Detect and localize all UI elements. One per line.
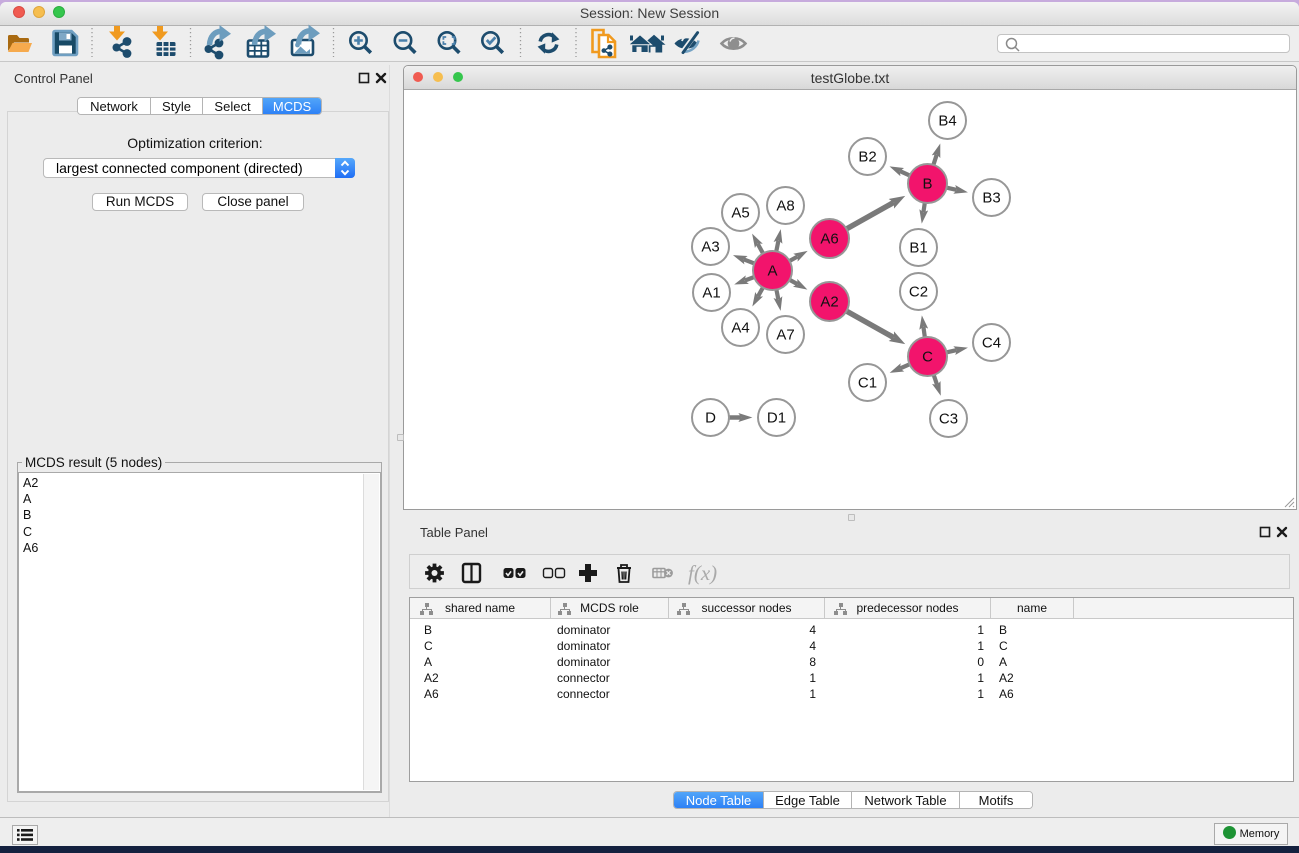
svg-text:A1: A1 bbox=[702, 285, 720, 302]
svg-text:A5: A5 bbox=[731, 205, 749, 222]
svg-text:D: D bbox=[705, 410, 716, 427]
svg-text:A: A bbox=[767, 263, 777, 280]
svg-text:B1: B1 bbox=[909, 240, 927, 257]
svg-text:A2: A2 bbox=[820, 294, 838, 311]
svg-text:B4: B4 bbox=[938, 113, 956, 130]
svg-text:C: C bbox=[922, 349, 933, 366]
svg-text:C1: C1 bbox=[858, 375, 877, 392]
svg-text:A8: A8 bbox=[776, 198, 794, 215]
svg-text:B: B bbox=[922, 176, 932, 193]
svg-text:f(x): f(x) bbox=[688, 561, 717, 585]
svg-text:C2: C2 bbox=[909, 284, 928, 301]
svg-text:A7: A7 bbox=[776, 327, 794, 344]
svg-text:A3: A3 bbox=[701, 239, 719, 256]
svg-text:B2: B2 bbox=[858, 149, 876, 166]
svg-text:A6: A6 bbox=[820, 231, 838, 248]
svg-text:C3: C3 bbox=[939, 411, 958, 428]
svg-text:D1: D1 bbox=[767, 410, 786, 427]
svg-text:A4: A4 bbox=[731, 320, 749, 337]
svg-text:B3: B3 bbox=[982, 190, 1000, 207]
svg-text:C4: C4 bbox=[982, 335, 1001, 352]
